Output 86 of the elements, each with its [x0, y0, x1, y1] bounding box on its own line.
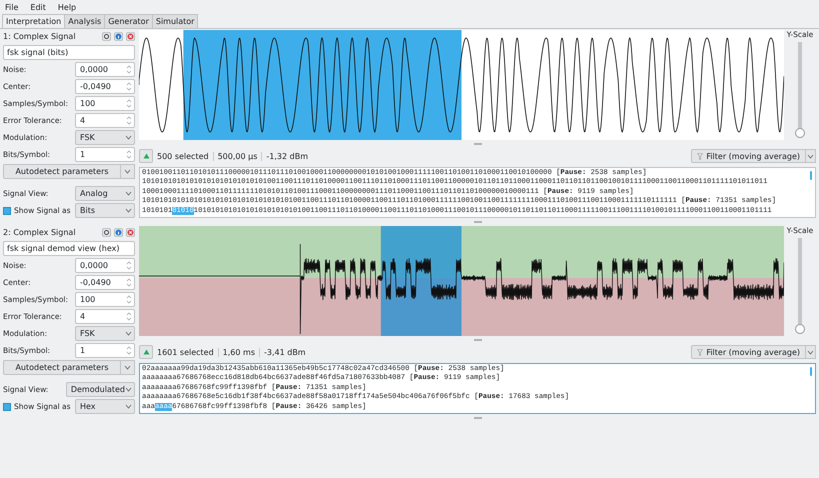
- signal-name-field[interactable]: fsk signal demod view (hex): [3, 241, 135, 256]
- spin-arrows-icon: [126, 150, 132, 159]
- tab[interactable]: Analysis: [64, 14, 106, 28]
- tab[interactable]: Simulator: [152, 14, 198, 28]
- spin-arrows-icon: [126, 65, 132, 74]
- arrow-up-icon: [142, 152, 150, 160]
- filter-icon: [697, 152, 704, 160]
- splitter-handle[interactable]: [474, 143, 482, 145]
- spin-arrows-icon: [126, 82, 132, 91]
- spin-arrows-icon: [126, 312, 132, 321]
- spin-box[interactable]: 100: [75, 292, 135, 307]
- dropdown[interactable]: Bits: [75, 203, 135, 218]
- spin-arrows-icon: [126, 346, 132, 355]
- selection-duration: 1,60 ms: [222, 348, 260, 356]
- filter-button[interactable]: Filter (moving average): [691, 345, 806, 359]
- caret-icon: [125, 387, 132, 392]
- record-icon[interactable]: [102, 228, 111, 237]
- arrow-up-button[interactable]: [139, 345, 153, 359]
- signal-title: 2: Complex Signal: [3, 228, 77, 237]
- spin-arrows-icon: [126, 99, 132, 108]
- filter-menu-button[interactable]: [806, 345, 816, 359]
- selection-count: 1601 selected: [157, 348, 219, 356]
- signal-power: -3,41 dBm: [264, 348, 307, 356]
- splitter-handle[interactable]: [474, 417, 482, 419]
- splitter-handle[interactable]: [474, 339, 482, 341]
- autodetect-button[interactable]: Autodetect parameters: [3, 360, 121, 375]
- caret-icon: [125, 191, 132, 196]
- caret-icon: [125, 208, 132, 213]
- checkbox[interactable]: [3, 402, 11, 410]
- info-icon[interactable]: [114, 228, 123, 237]
- menu-item[interactable]: Edit: [30, 2, 46, 12]
- spin-box[interactable]: 1: [75, 147, 135, 162]
- menu-item[interactable]: Help: [58, 2, 76, 12]
- tab[interactable]: Generator: [104, 14, 153, 28]
- spin-arrows-icon: [126, 295, 132, 304]
- protocol-text-view[interactable]: [139, 167, 816, 218]
- dropdown[interactable]: Analog: [75, 186, 135, 201]
- arrow-up-button[interactable]: [139, 149, 153, 163]
- signal-title: 1: Complex Signal: [3, 32, 77, 41]
- info-icon[interactable]: [114, 32, 123, 41]
- caret-icon: [125, 135, 132, 140]
- spin-box[interactable]: 0,0000: [75, 258, 135, 273]
- filter-menu-button[interactable]: [806, 149, 816, 163]
- spin-box[interactable]: -0,0490: [75, 275, 135, 290]
- filter-button[interactable]: Filter (moving average): [691, 149, 806, 163]
- y-scale-slider[interactable]: [795, 42, 805, 138]
- menu-item[interactable]: File: [5, 2, 18, 12]
- caret-icon: [807, 350, 814, 354]
- protocol-text-view[interactable]: [139, 363, 816, 414]
- spin-box[interactable]: 100: [75, 96, 135, 111]
- spin-box[interactable]: -0,0490: [75, 79, 135, 94]
- autodetect-menu-button[interactable]: [121, 164, 135, 179]
- dropdown[interactable]: Hex: [75, 399, 135, 414]
- filter-icon: [697, 348, 704, 356]
- selection-count: 500 selected: [157, 152, 214, 160]
- spin-box[interactable]: 1: [75, 343, 135, 358]
- checkbox[interactable]: [3, 206, 11, 214]
- demodulated-graph[interactable]: [139, 226, 784, 336]
- spin-arrows-icon: [126, 261, 132, 270]
- spin-arrows-icon: [126, 116, 132, 125]
- caret-icon: [807, 154, 814, 158]
- caret-icon: [125, 331, 132, 336]
- caret-icon: [125, 404, 132, 409]
- autodetect-button[interactable]: Autodetect parameters: [3, 164, 121, 179]
- splitter-handle[interactable]: [474, 221, 482, 223]
- dropdown[interactable]: FSK: [75, 326, 135, 341]
- spin-box[interactable]: 4: [75, 309, 135, 324]
- caret-icon: [124, 365, 131, 370]
- close-icon[interactable]: [126, 228, 135, 237]
- tab[interactable]: Interpretation: [2, 14, 66, 28]
- caret-icon: [124, 169, 131, 174]
- spin-box[interactable]: 4: [75, 113, 135, 128]
- autodetect-menu-button[interactable]: [121, 360, 135, 375]
- y-scale-slider[interactable]: [795, 238, 805, 334]
- signal-name-field[interactable]: fsk signal (bits): [3, 45, 135, 60]
- signal-power: -1,32 dBm: [266, 152, 309, 160]
- selection-duration: 500,00 µs: [218, 152, 262, 160]
- dropdown[interactable]: FSK: [75, 130, 135, 145]
- record-icon[interactable]: [102, 32, 111, 41]
- scrollbar-handle[interactable]: [810, 367, 812, 376]
- dropdown[interactable]: Demodulated: [66, 382, 135, 397]
- spin-box[interactable]: 0,0000: [75, 62, 135, 77]
- close-icon[interactable]: [126, 32, 135, 41]
- scrollbar-handle[interactable]: [810, 171, 812, 180]
- arrow-up-icon: [142, 348, 150, 356]
- spin-arrows-icon: [126, 278, 132, 287]
